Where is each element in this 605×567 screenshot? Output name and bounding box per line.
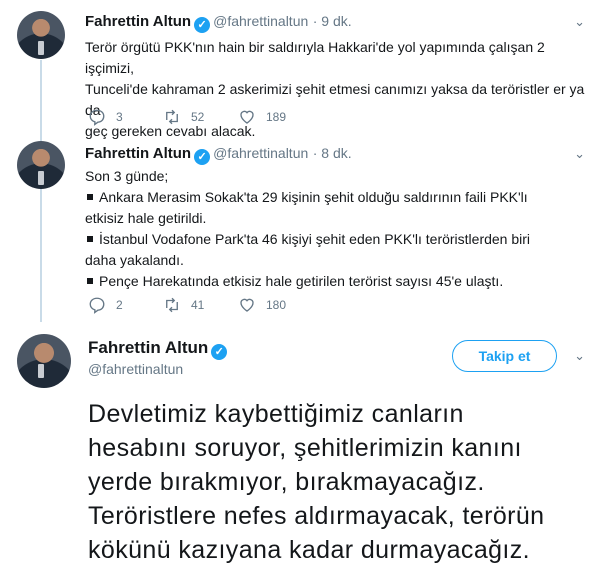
retweet-button[interactable]: 52 [163, 108, 238, 126]
bullet-square [87, 194, 93, 201]
tweet-bullet: Pençe Harekatında etkisiz hale getirilen… [85, 271, 590, 292]
retweet-count: 41 [191, 298, 205, 312]
main-tweet-text: Devletimiz kaybettiğimiz canların hesabı… [88, 397, 593, 567]
tweet-time[interactable]: · 8 dk. [313, 145, 352, 161]
chevron-down-icon[interactable]: ⌄ [574, 146, 585, 162]
reply-button[interactable]: 2 [88, 296, 163, 314]
heart-icon [240, 110, 254, 124]
avatar[interactable] [17, 334, 71, 388]
main-tweet-text-line: Devletimiz kaybettiğimiz canların [88, 400, 464, 428]
tweet-header: Fahrettin Altun ✓ @fahrettinaltun · 8 dk. [85, 145, 352, 165]
retweet-count: 52 [191, 110, 205, 124]
tweet-actions: 3 52 189 [88, 108, 313, 126]
verified-badge-icon: ✓ [194, 149, 211, 165]
reply-icon [89, 109, 105, 126]
reply-button[interactable]: 3 [88, 108, 163, 126]
tweet-intro: Son 3 günde; [85, 168, 169, 184]
author-name[interactable]: Fahrettin Altun [85, 13, 191, 30]
heart-icon [240, 298, 254, 312]
avatar[interactable] [17, 141, 65, 189]
bullet-square [87, 236, 93, 243]
retweet-icon [166, 109, 178, 125]
main-tweet-text-line: hesabını soruyor, şehitlerimizin kanını [88, 434, 522, 462]
avatar[interactable] [17, 11, 65, 59]
bullet-text: Pençe Harekatında etkisiz hale getirilen… [99, 273, 504, 289]
like-button[interactable]: 189 [238, 108, 313, 126]
bullet-text: Ankara Merasim Sokak'ta 29 kişinin şehit… [85, 189, 528, 226]
author-handle[interactable]: @fahrettinaltun [213, 145, 308, 161]
follow-button[interactable]: Takip et [452, 340, 557, 372]
main-tweet-text-line: kökünü kazıyana kadar durmayacağız. [88, 536, 531, 564]
retweet-button[interactable]: 41 [163, 296, 238, 314]
reply-icon [89, 297, 105, 314]
author-name[interactable]: Fahrettin Altun [88, 338, 208, 357]
tweet-header: Fahrettin Altun ✓ [88, 338, 230, 360]
tweet-text: Son 3 günde; Ankara Merasim Sokak'ta 29 … [85, 166, 590, 292]
retweet-icon [166, 297, 178, 313]
tweet-bullet: İstanbul Vodafone Park'ta 46 kişiyi şehi… [85, 229, 590, 271]
tweet-header: Fahrettin Altun ✓ @fahrettinaltun · 9 dk. [85, 13, 352, 33]
tweet-text-line: Terör örgütü PKK'nın hain bir saldırıyla… [85, 39, 545, 76]
main-tweet-text-line: yerde bırakmıyor, bırakmayacağız. [88, 468, 485, 496]
like-button[interactable]: 180 [238, 296, 313, 314]
reply-count: 2 [116, 298, 123, 312]
tweet-time[interactable]: · 9 dk. [313, 13, 352, 29]
chevron-down-icon[interactable]: ⌄ [574, 348, 585, 364]
author-handle[interactable]: @fahrettinaltun [213, 13, 308, 29]
verified-badge-icon: ✓ [194, 17, 211, 33]
chevron-down-icon[interactable]: ⌄ [574, 14, 585, 30]
main-tweet-text-line: Teröristlere nefes aldırmayacak, terörün [88, 502, 545, 530]
tweet-bullet: Ankara Merasim Sokak'ta 29 kişinin şehit… [85, 187, 590, 229]
author-handle[interactable]: @fahrettinaltun [88, 361, 183, 377]
thread-connector-line [40, 60, 42, 322]
like-count: 180 [266, 298, 287, 312]
like-count: 189 [266, 110, 287, 124]
bullet-text: İstanbul Vodafone Park'ta 46 kişiyi şehi… [85, 231, 531, 268]
verified-badge-icon: ✓ [211, 344, 228, 360]
tweet-actions: 2 41 180 [88, 296, 313, 314]
author-name[interactable]: Fahrettin Altun [85, 145, 191, 162]
reply-count: 3 [116, 110, 123, 124]
bullet-square [87, 278, 93, 285]
tweet-text: Terör örgütü PKK'nın hain bir saldırıyla… [85, 37, 590, 142]
